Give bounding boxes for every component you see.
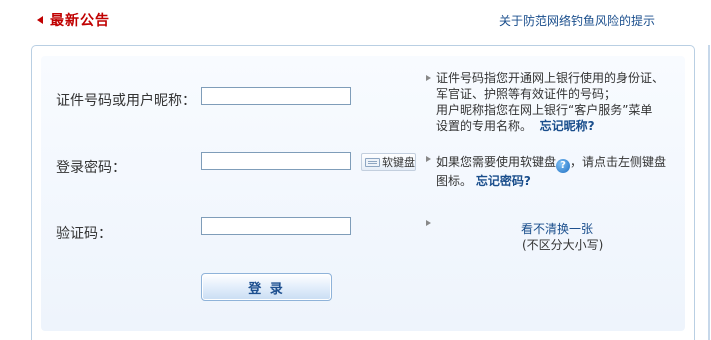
- password-input[interactable]: [201, 152, 351, 170]
- right-panel-edge: [708, 45, 710, 340]
- hint-arrow-icon: [426, 75, 431, 81]
- password-label: 登录密码：: [56, 160, 126, 176]
- password-hint: 如果您需要使用软键盘? ，请点击左侧键盘 图标。 忘记密码?: [436, 154, 666, 189]
- forgot-password-link[interactable]: 忘记密码?: [476, 174, 531, 188]
- id-hint-line: 设置的专用名称。 忘记昵称?: [436, 118, 664, 134]
- captcha-input[interactable]: [201, 217, 351, 235]
- captcha-label: 验证码：: [56, 226, 112, 242]
- case-insensitive-note: (不区分大小写): [522, 238, 604, 252]
- announcement-title: 最新公告: [50, 13, 110, 29]
- id-hint-text: 设置的专用名称。: [436, 119, 533, 133]
- keyboard-icon: [365, 157, 380, 167]
- announcement-bar: 最新公告 关于防范网络钓鱼风险的提示: [0, 0, 711, 40]
- id-hint-line: 证件号码指您开通网上银行使用的身份证、: [436, 71, 665, 85]
- id-hint-line: 用户昵称指您在网上银行“客户服务”菜单: [436, 103, 653, 117]
- soft-keyboard-button[interactable]: 软键盘: [361, 153, 416, 171]
- help-icon[interactable]: ?: [556, 159, 571, 173]
- password-hint-text: ，请点击左侧键盘: [570, 155, 667, 169]
- hint-arrow-icon: [426, 220, 431, 226]
- id-input[interactable]: [201, 87, 351, 105]
- refresh-captcha-link[interactable]: 看不清换一张: [521, 220, 593, 237]
- password-hint-text: 如果您需要使用软键盘: [436, 155, 557, 169]
- password-hint-line: 如果您需要使用软键盘? ，请点击左侧键盘: [436, 154, 666, 173]
- forgot-nickname-link[interactable]: 忘记昵称?: [540, 119, 595, 133]
- soft-keyboard-label: 软键盘: [382, 156, 415, 169]
- hint-arrow-icon: [426, 156, 431, 162]
- id-hint-line: 军官证、护照等有效证件的号码；: [436, 87, 617, 101]
- password-hint-text: 图标。: [436, 174, 473, 188]
- login-button[interactable]: 登 录: [201, 273, 332, 301]
- arrow-left-icon: [37, 16, 43, 24]
- id-label: 证件号码或用户昵称：: [56, 93, 196, 109]
- id-hint: 证件号码指您开通网上银行使用的身份证、 军官证、护照等有效证件的号码； 用户昵称…: [436, 70, 664, 134]
- password-hint-line: 图标。 忘记密码?: [436, 173, 666, 189]
- phishing-notice-link[interactable]: 关于防范网络钓鱼风险的提示: [499, 12, 655, 29]
